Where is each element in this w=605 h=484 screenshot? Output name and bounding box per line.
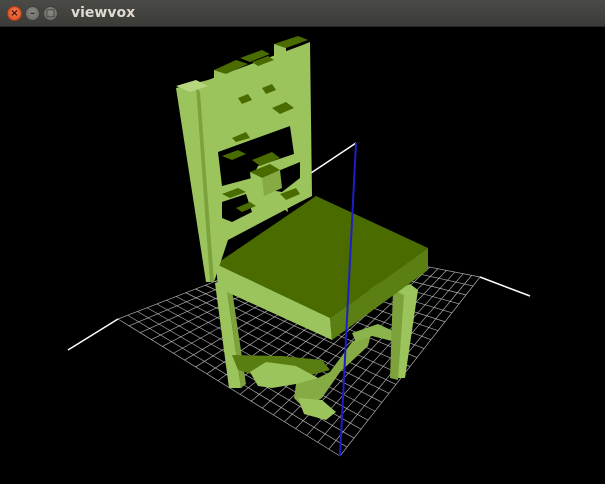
x-axis-line-right — [479, 276, 531, 297]
title-bar[interactable]: × – □ viewvox — [0, 0, 605, 27]
maximize-icon: □ — [45, 8, 56, 19]
minimize-icon: – — [30, 8, 35, 19]
3d-viewport[interactable] — [0, 27, 605, 484]
close-button[interactable]: × — [7, 6, 22, 21]
voxel-scene[interactable] — [0, 27, 605, 484]
stretcher-lower — [298, 398, 336, 420]
minimize-button[interactable]: – — [25, 6, 40, 21]
app-window: × – □ viewvox — [0, 0, 605, 484]
close-icon: × — [10, 8, 19, 19]
chair-model — [176, 36, 428, 420]
window-title: viewvox — [71, 5, 136, 21]
maximize-button[interactable]: □ — [43, 6, 58, 21]
x-axis-line-left — [67, 318, 119, 351]
